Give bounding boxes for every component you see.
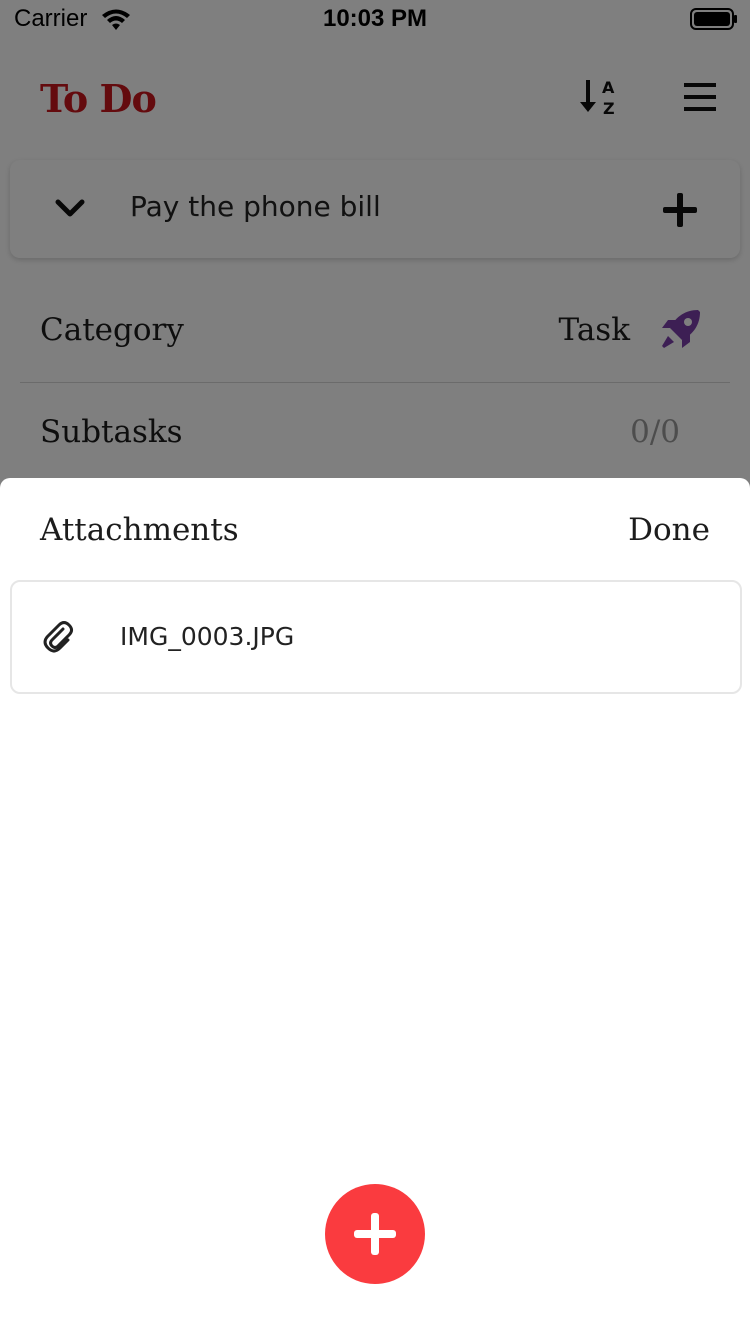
add-attachment-button[interactable]	[325, 1184, 425, 1284]
done-button[interactable]: Done	[628, 512, 710, 548]
plus-icon	[354, 1213, 396, 1255]
attachment-item[interactable]: IMG_0003.JPG	[10, 580, 742, 694]
attachments-sheet: Attachments Done IMG_0003.JPG	[0, 478, 750, 1334]
attachment-name: IMG_0003.JPG	[120, 622, 295, 651]
sheet-title: Attachments	[40, 512, 239, 548]
paperclip-icon	[43, 621, 73, 653]
